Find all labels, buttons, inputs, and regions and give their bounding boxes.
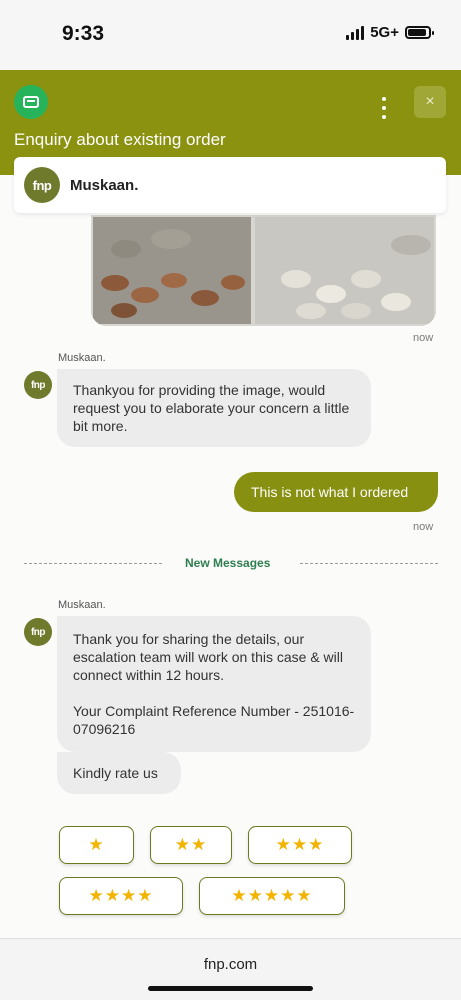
divider-right bbox=[300, 563, 438, 564]
rating-1-star-button[interactable]: ★ bbox=[59, 826, 134, 864]
status-time: 9:33 bbox=[62, 22, 105, 45]
home-indicator[interactable] bbox=[148, 986, 313, 991]
network-label: 5G+ bbox=[370, 24, 399, 41]
complaint-reference: Your Complaint Reference Number - 251016… bbox=[73, 703, 355, 737]
more-options-icon[interactable] bbox=[378, 97, 390, 119]
agent-message: Thank you for sharing the details, our e… bbox=[57, 616, 371, 752]
signal-icon bbox=[346, 25, 365, 40]
divider-left bbox=[24, 563, 162, 564]
url-label[interactable]: fnp.com bbox=[0, 956, 461, 973]
agent-avatar: fnp bbox=[24, 618, 52, 646]
battery-icon bbox=[405, 26, 434, 39]
agent-message: Kindly rate us bbox=[57, 752, 181, 794]
message-text: Thank you for sharing the details, our e… bbox=[73, 631, 343, 683]
rating-2-stars-button[interactable]: ★★ bbox=[150, 826, 232, 864]
agent-avatar: fnp bbox=[24, 371, 52, 399]
rating-5-stars-button[interactable]: ★★★★★ bbox=[199, 877, 345, 915]
browser-footer: fnp.com bbox=[0, 938, 461, 1000]
user-message: This is not what I ordered bbox=[234, 472, 438, 512]
order-photo[interactable] bbox=[91, 215, 436, 326]
photo-timestamp: now bbox=[413, 332, 434, 344]
chat-area[interactable]: now Muskaan. fnp Thankyou for providing … bbox=[0, 175, 461, 938]
status-bar: 9:33 5G+ bbox=[0, 0, 461, 70]
message-sender: Muskaan. bbox=[58, 599, 106, 611]
rating-3-stars-button[interactable]: ★★★ bbox=[248, 826, 352, 864]
chat-icon bbox=[14, 85, 48, 119]
chat-title: Enquiry about existing order bbox=[14, 130, 226, 149]
user-message-timestamp: now bbox=[413, 521, 434, 533]
rating-4-stars-button[interactable]: ★★★★ bbox=[59, 877, 183, 915]
agent-avatar: fnp bbox=[24, 167, 60, 203]
new-messages-label: New Messages bbox=[185, 556, 271, 570]
message-sender: Muskaan. bbox=[58, 352, 106, 364]
close-button[interactable]: × bbox=[414, 86, 446, 118]
agent-message: Thankyou for providing the image, would … bbox=[57, 369, 371, 447]
status-icons: 5G+ bbox=[346, 24, 434, 41]
agent-card: fnp Muskaan. bbox=[14, 157, 446, 213]
agent-name: Muskaan. bbox=[70, 176, 139, 194]
